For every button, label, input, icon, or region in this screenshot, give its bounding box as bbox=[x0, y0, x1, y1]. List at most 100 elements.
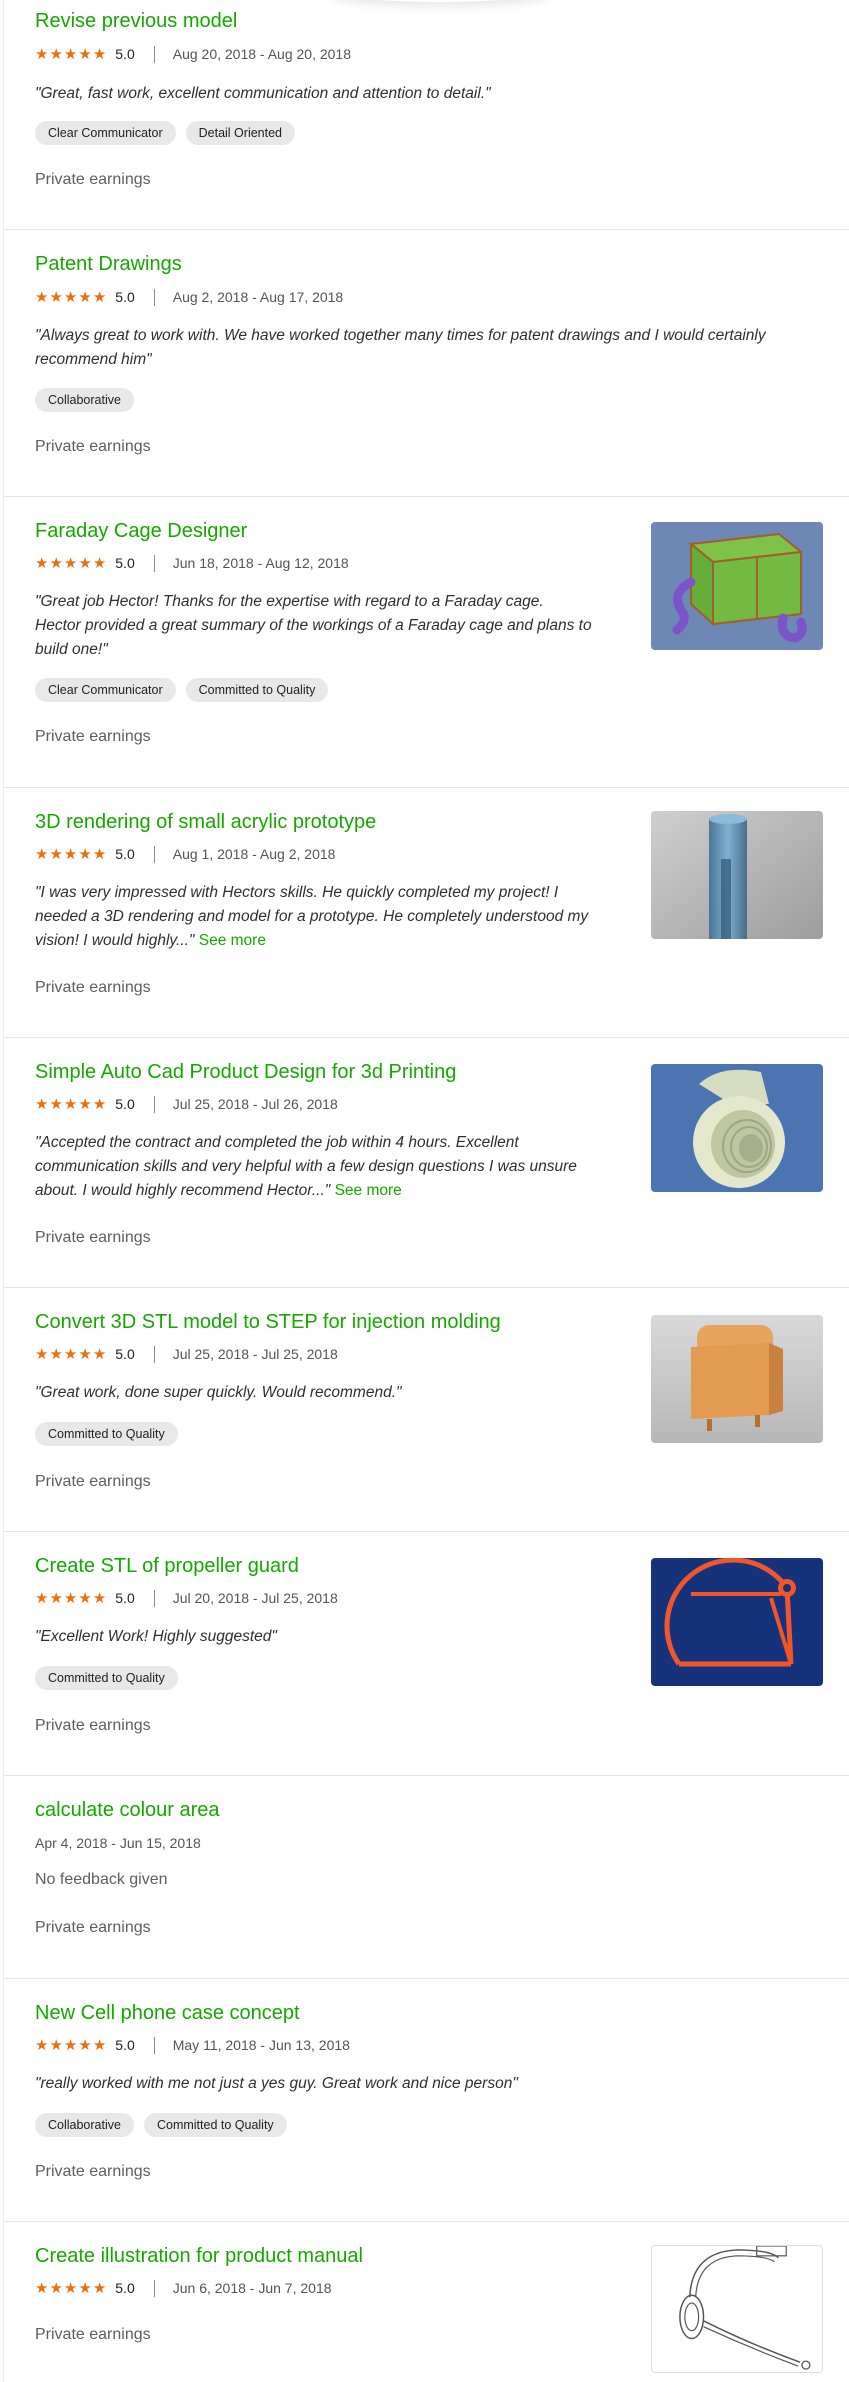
job-dates: Apr 4, 2018 - Jun 15, 2018 bbox=[35, 1835, 201, 1851]
portfolio-thumbnail[interactable] bbox=[651, 1064, 823, 1192]
faraday-cage-image bbox=[651, 522, 823, 650]
star-icon: ★ bbox=[92, 1589, 107, 1607]
star-icon: ★ bbox=[35, 2036, 49, 2054]
job-title-link[interactable]: calculate colour area bbox=[35, 1799, 220, 1822]
star-icon: ★ bbox=[49, 288, 63, 306]
portfolio-thumbnail[interactable] bbox=[651, 522, 823, 650]
star-icon: ★ bbox=[35, 845, 49, 863]
star-icon: ★ bbox=[63, 2279, 78, 2297]
skill-tag: Committed to Quality bbox=[35, 1422, 178, 1446]
quote-line: "Always great to work with. We have work… bbox=[35, 327, 766, 344]
star-icon: ★ bbox=[92, 45, 107, 63]
job-item: Simple Auto Cad Product Design for 3d Pr… bbox=[4, 1038, 849, 1288]
star-icon: ★ bbox=[92, 2279, 107, 2297]
job-title-link[interactable]: Faraday Cage Designer bbox=[35, 520, 247, 543]
skill-tags: Collaborative Committed to Quality bbox=[35, 2113, 287, 2137]
job-title-link[interactable]: 3D rendering of small acrylic prototype bbox=[35, 811, 376, 834]
earnings-text: Private earnings bbox=[35, 1717, 151, 1734]
job-dates: Aug 20, 2018 - Aug 20, 2018 bbox=[172, 46, 351, 62]
star-icon: ★ bbox=[78, 554, 92, 572]
star-rating: ★ ★ ★ ★ ★ bbox=[35, 1591, 106, 1606]
star-icon: ★ bbox=[63, 288, 78, 306]
star-icon: ★ bbox=[78, 1345, 92, 1363]
meta-divider bbox=[153, 45, 155, 63]
rating-score: 5.0 bbox=[115, 846, 135, 862]
quote-line: "I was very impressed with Hectors skill… bbox=[35, 884, 559, 901]
star-rating: ★ ★ ★ ★ ★ bbox=[35, 2038, 106, 2053]
job-title-link[interactable]: Revise previous model bbox=[35, 10, 237, 33]
job-title-link[interactable]: Patent Drawings bbox=[35, 253, 182, 276]
job-title-link[interactable]: Simple Auto Cad Product Design for 3d Pr… bbox=[35, 1061, 456, 1084]
star-icon: ★ bbox=[78, 1095, 92, 1113]
skill-tag: Committed to Quality bbox=[143, 2113, 287, 2137]
portfolio-thumbnail[interactable] bbox=[651, 1558, 823, 1686]
quote-line: vision! I would highly..." See more bbox=[35, 929, 588, 953]
feedback-quote: "really worked with me not just a yes gu… bbox=[35, 2075, 518, 2092]
skill-tags: Collaborative bbox=[35, 388, 134, 412]
earnings-text: Private earnings bbox=[35, 2326, 151, 2343]
rating-score: 5.0 bbox=[115, 1346, 135, 1362]
job-item: Create illustration for product manual ★… bbox=[4, 2222, 849, 2382]
job-title-link[interactable]: Create illustration for product manual bbox=[35, 2245, 363, 2268]
meta-divider bbox=[153, 1589, 155, 1607]
star-rating: ★ ★ ★ ★ ★ bbox=[35, 556, 106, 571]
feedback-quote: "Great, fast work, excellent communicati… bbox=[35, 85, 491, 102]
quote-line: "Great job Hector! Thanks for the expert… bbox=[35, 593, 544, 610]
star-icon: ★ bbox=[35, 554, 49, 572]
job-dates: May 11, 2018 - Jun 13, 2018 bbox=[172, 2037, 350, 2053]
star-icon: ★ bbox=[49, 845, 63, 863]
meta-divider bbox=[153, 554, 155, 572]
job-title-link[interactable]: New Cell phone case concept bbox=[35, 2002, 300, 2025]
portfolio-thumbnail[interactable] bbox=[651, 811, 823, 939]
skill-tag: Collaborative bbox=[35, 388, 134, 412]
star-icon: ★ bbox=[49, 2036, 63, 2054]
quote-line: recommend him" bbox=[35, 351, 152, 368]
earnings-text: Private earnings bbox=[35, 1229, 151, 1246]
quote-line: Hector provided a great summary of the w… bbox=[35, 617, 592, 634]
no-feedback-text: No feedback given bbox=[35, 1871, 168, 1888]
star-icon: ★ bbox=[92, 845, 107, 863]
star-icon: ★ bbox=[63, 1345, 78, 1363]
feedback-quote: "Excellent Work! Highly suggested" bbox=[35, 1628, 277, 1645]
star-icon: ★ bbox=[49, 1095, 63, 1113]
job-meta: ★ ★ ★ ★ ★ 5.0 Jul 25, 2018 - Jul 26, 2018 bbox=[35, 1095, 338, 1113]
feedback-quote: "Always great to work with. We have work… bbox=[35, 324, 766, 372]
quote-line: communication skills and very helpful wi… bbox=[35, 1158, 577, 1175]
earnings-text: Private earnings bbox=[35, 2163, 151, 2180]
quote-text: vision! I would highly..." bbox=[35, 932, 195, 949]
star-icon: ★ bbox=[49, 2279, 63, 2297]
skill-tags: Committed to Quality bbox=[35, 1666, 178, 1690]
orange-box-image bbox=[651, 1315, 823, 1443]
job-meta: ★ ★ ★ ★ ★ 5.0 Aug 1, 2018 - Aug 2, 2018 bbox=[35, 845, 335, 863]
star-icon: ★ bbox=[63, 1095, 78, 1113]
star-icon: ★ bbox=[63, 2036, 78, 2054]
portfolio-thumbnail[interactable] bbox=[651, 2245, 823, 2373]
earnings-text: Private earnings bbox=[35, 979, 151, 996]
feedback-quote: "Accepted the contract and completed the… bbox=[35, 1131, 577, 1203]
meta-divider bbox=[153, 845, 155, 863]
job-item: Patent Drawings ★ ★ ★ ★ ★ 5.0 Aug 2, 2018 - … bbox=[4, 230, 849, 497]
star-icon: ★ bbox=[63, 845, 78, 863]
star-icon: ★ bbox=[78, 1589, 92, 1607]
star-icon: ★ bbox=[63, 554, 78, 572]
job-item: Create STL of propeller guard ★ ★ ★ ★ ★ 5.0 … bbox=[4, 1532, 849, 1776]
star-icon: ★ bbox=[49, 1589, 63, 1607]
earnings-text: Private earnings bbox=[35, 171, 151, 188]
job-title-link[interactable]: Convert 3D STL model to STEP for injecti… bbox=[35, 1311, 501, 1334]
job-title-link[interactable]: Create STL of propeller guard bbox=[35, 1555, 299, 1578]
portfolio-thumbnail[interactable] bbox=[651, 1315, 823, 1443]
quote-text: about. I would highly recommend Hector..… bbox=[35, 1182, 331, 1199]
star-icon: ★ bbox=[63, 45, 78, 63]
earnings-text: Private earnings bbox=[35, 1919, 151, 1936]
job-meta: ★ ★ ★ ★ ★ 5.0 Jul 25, 2018 - Jul 25, 2018 bbox=[35, 1345, 338, 1363]
job-dates: Jun 6, 2018 - Jun 7, 2018 bbox=[172, 2280, 332, 2296]
star-icon: ★ bbox=[92, 288, 107, 306]
see-more-link[interactable]: See more bbox=[199, 932, 266, 949]
star-icon: ★ bbox=[92, 554, 107, 572]
job-dates: Jul 20, 2018 - Jul 25, 2018 bbox=[172, 1590, 338, 1606]
job-dates: Jul 25, 2018 - Jul 26, 2018 bbox=[172, 1096, 338, 1112]
see-more-link[interactable]: See more bbox=[335, 1182, 402, 1199]
threaded-tube-image bbox=[651, 1064, 823, 1192]
skill-tag: Collaborative bbox=[35, 2113, 134, 2137]
star-icon: ★ bbox=[49, 1345, 63, 1363]
